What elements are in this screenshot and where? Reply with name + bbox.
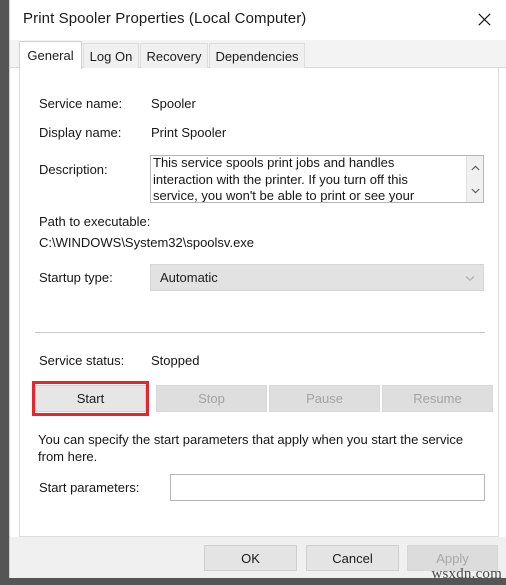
description-textarea[interactable]: This service spools print jobs and handl… [150, 155, 484, 203]
display-name-value: Print Spooler [151, 125, 227, 140]
start-button[interactable]: Start [35, 385, 146, 412]
startup-type-value: Automatic [160, 270, 218, 285]
service-status-value: Stopped [151, 353, 200, 368]
startup-type-label: Startup type: [39, 270, 113, 285]
tab-log-on[interactable]: Log On [83, 43, 139, 68]
stop-button: Stop [156, 385, 267, 412]
ok-button[interactable]: OK [204, 545, 297, 571]
tab-recovery[interactable]: Recovery [140, 43, 208, 68]
close-icon[interactable] [461, 0, 506, 38]
start-parameters-input[interactable] [170, 474, 485, 501]
start-parameters-label: Start parameters: [39, 480, 140, 495]
resume-button: Resume [382, 385, 493, 412]
path-to-executable-value: C:\WINDOWS\System32\spoolsv.exe [39, 235, 255, 250]
description-label: Description: [39, 162, 108, 177]
chevron-down-icon [465, 274, 475, 282]
title-bar: Print Spooler Properties (Local Computer… [10, 0, 506, 40]
path-to-executable-label: Path to executable: [39, 214, 151, 229]
tab-general[interactable]: General [19, 41, 82, 69]
start-parameters-hint: You can specify the start parameters tha… [38, 432, 464, 464]
service-name-value: Spooler [151, 96, 196, 111]
cancel-button[interactable]: Cancel [306, 545, 399, 571]
description-scrollbar[interactable] [466, 156, 483, 202]
tab-panel-general: Service name: Spooler Display name: Prin… [19, 68, 499, 537]
chevron-down-icon[interactable] [467, 179, 483, 202]
chevron-up-icon[interactable] [467, 156, 483, 179]
pause-button: Pause [269, 385, 380, 412]
window-title: Print Spooler Properties (Local Computer… [23, 10, 307, 27]
screenshot-root: Print Spooler Properties (Local Computer… [0, 0, 506, 585]
tab-dependencies[interactable]: Dependencies [209, 43, 305, 68]
startup-type-select[interactable]: Automatic [150, 264, 484, 291]
service-status-label: Service status: [39, 353, 125, 368]
display-name-label: Display name: [39, 125, 122, 140]
properties-dialog: Print Spooler Properties (Local Computer… [9, 0, 506, 578]
description-text: This service spools print jobs and handl… [153, 155, 415, 203]
watermark: wsxdn.com [431, 566, 502, 582]
section-divider [35, 332, 485, 333]
service-name-label: Service name: [39, 96, 123, 111]
